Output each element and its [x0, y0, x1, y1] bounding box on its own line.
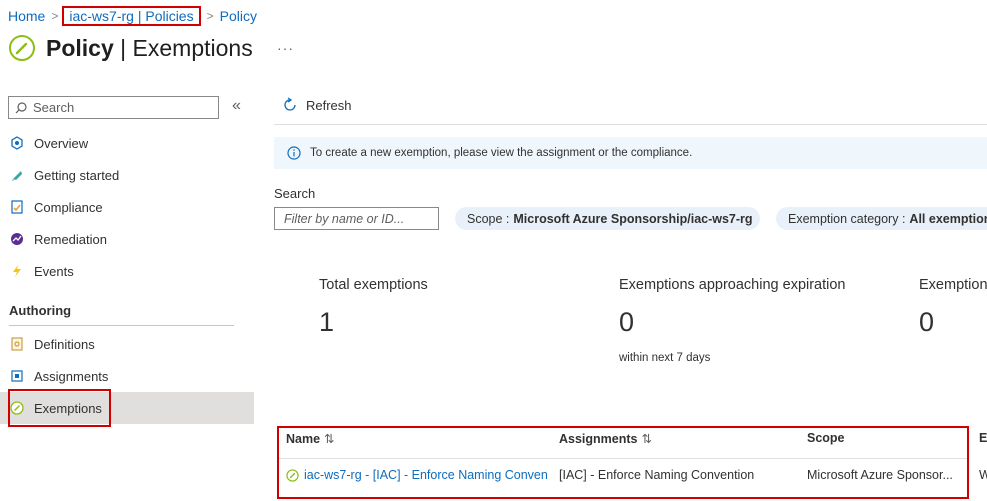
sidebar-item-getting-started[interactable]: Getting started [0, 159, 254, 191]
sidebar-item-label: Compliance [34, 199, 103, 215]
chevron-right-icon: > [206, 9, 214, 23]
more-options-button[interactable]: ··· [277, 40, 294, 56]
remediation-icon [9, 231, 25, 247]
sidebar-item-label: Definitions [34, 336, 95, 352]
stat-expired: Exemptions expired 0 [919, 277, 987, 338]
page-title-bold: Policy [46, 34, 114, 61]
column-header-label: Scope [807, 431, 845, 445]
sidebar-item-overview[interactable]: Overview [0, 127, 254, 159]
lightning-icon [9, 263, 25, 279]
stat-value: 1 [319, 307, 335, 337]
column-header-name[interactable]: Name ⇅ [286, 431, 335, 446]
definitions-icon [9, 336, 25, 352]
stat-approaching-expiration: Exemptions approaching expiration 0 with… [619, 277, 846, 364]
sidebar-item-compliance[interactable]: Compliance [0, 191, 254, 223]
sidebar-item-definitions[interactable]: Definitions [0, 328, 254, 360]
sidebar-item-label: Getting started [34, 167, 120, 183]
page-header: Policy | Exemptions [8, 34, 253, 62]
sidebar-item-remediation[interactable]: Remediation [0, 223, 254, 255]
refresh-label: Refresh [306, 97, 352, 113]
sidebar-nav: Overview Getting started Compliance Reme… [0, 127, 254, 287]
scope-filter-value: Microsoft Azure Sponsorship/iac-ws7-rg [513, 211, 753, 226]
sort-icon: ⇅ [324, 432, 335, 446]
refresh-button[interactable]: Refresh [282, 97, 352, 113]
exemption-name-link[interactable]: iac-ws7-rg - [IAC] - Enforce Naming Conv… [286, 468, 548, 482]
exemption-name: iac-ws7-rg - [IAC] - Enforce Naming Conv… [304, 468, 548, 482]
category-filter-value: All exemption categories [909, 211, 987, 226]
column-header-assignments[interactable]: Assignments ⇅ [559, 431, 652, 446]
sort-icon: ⇅ [641, 432, 652, 446]
column-header-expiration[interactable]: Expiration [979, 431, 987, 445]
column-header-scope[interactable]: Scope [807, 431, 845, 445]
category-filter-label: Exemption category : [788, 211, 906, 226]
breadcrumb-home[interactable]: Home [8, 8, 45, 24]
stat-value: 0 [919, 307, 935, 337]
column-header-label: Expiration [979, 431, 987, 445]
scope-filter-pill[interactable]: Scope : Microsoft Azure Sponsorship/iac-w… [455, 207, 760, 230]
stat-title: Exemptions approaching expiration [619, 277, 846, 293]
sidebar-item-label: Events [34, 263, 74, 279]
rocket-icon [9, 167, 25, 183]
stat-title: Total exemptions [319, 277, 428, 293]
search-icon [15, 101, 27, 113]
sidebar-item-assignments[interactable]: Assignments [0, 360, 254, 392]
section-heading-authoring: Authoring [9, 303, 72, 318]
column-header-label: Name [286, 432, 321, 446]
category-filter-pill[interactable]: Exemption category :All exemption catego… [776, 207, 987, 230]
info-text: To create a new exemption, please view t… [310, 147, 693, 159]
chevron-right-icon: > [51, 9, 59, 23]
breadcrumb: Home > iac-ws7-rg | Policies > Policy [8, 6, 257, 26]
overview-icon [9, 135, 25, 151]
sidebar-item-label: Assignments [34, 368, 109, 384]
assignments-icon [9, 368, 25, 384]
sidebar-item-events[interactable]: Events [0, 255, 254, 287]
compliance-icon [9, 199, 25, 215]
scope-filter-label: Scope : [467, 211, 510, 226]
exemption-icon [286, 468, 299, 482]
highlight-box [8, 389, 111, 427]
stat-total-exemptions: Total exemptions 1 [319, 277, 428, 338]
table-cell-assignment: [IAC] - Enforce Naming Convention [559, 468, 755, 482]
stat-subtitle: within next 7 days [619, 352, 711, 364]
collapse-sidebar-button[interactable]: « [232, 97, 241, 115]
filter-input[interactable]: Filter by name or ID... [274, 207, 439, 230]
sidebar-item-label: Overview [34, 135, 89, 151]
divider [274, 124, 987, 125]
table-cell-scope: Microsoft Azure Sponsor... [807, 468, 953, 482]
search-label: Search [274, 186, 316, 201]
sidebar-search-input[interactable]: Search [8, 96, 219, 119]
stat-title: Exemptions expired [919, 277, 987, 293]
divider [9, 325, 234, 326]
sidebar-search-placeholder: Search [33, 100, 75, 115]
table-cell-expiration: W [979, 468, 987, 482]
refresh-icon [284, 97, 296, 111]
page-title-light: Exemptions [132, 34, 253, 61]
page-title-separator: | [113, 34, 133, 61]
sidebar-item-label: Remediation [34, 231, 107, 247]
breadcrumb-policy[interactable]: Policy [220, 8, 257, 24]
column-header-label: Assignments [559, 432, 638, 446]
info-banner: To create a new exemption, please view t… [274, 137, 987, 169]
stat-value: 0 [619, 307, 635, 337]
info-icon [287, 146, 301, 160]
breadcrumb-policies[interactable]: iac-ws7-rg | Policies [62, 6, 201, 26]
divider [279, 458, 967, 459]
page-title: Policy | Exemptions [46, 35, 253, 62]
exemption-icon [9, 35, 35, 61]
